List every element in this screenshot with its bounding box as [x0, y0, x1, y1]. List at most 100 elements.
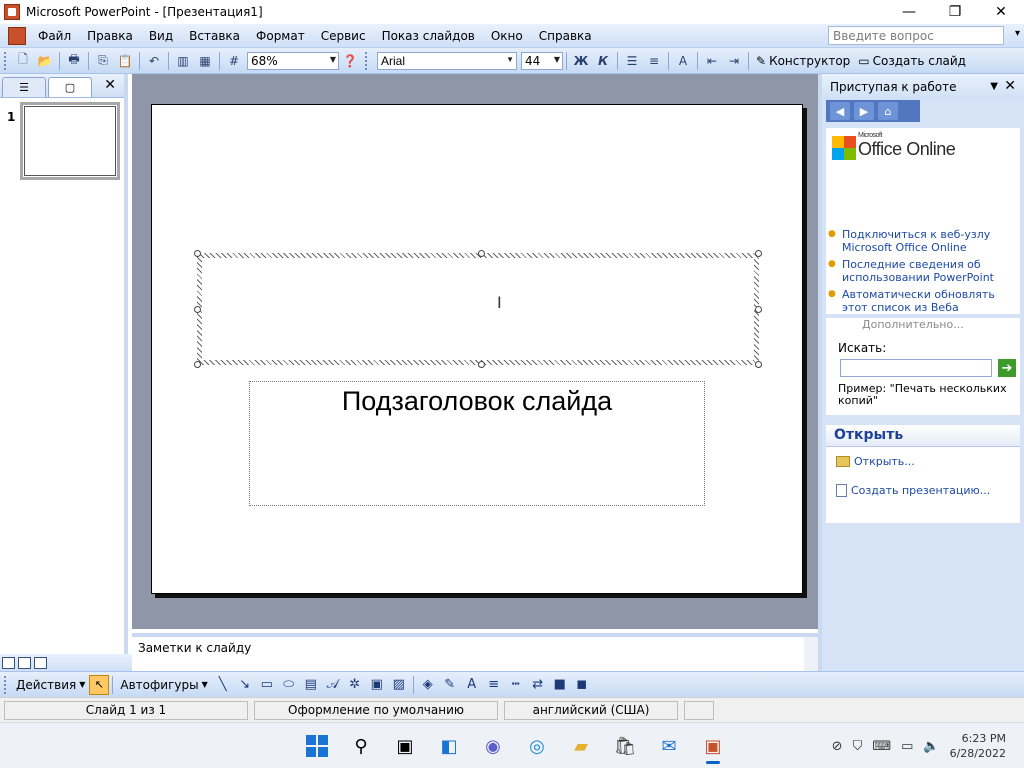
- print-icon[interactable]: 🖶: [63, 51, 85, 71]
- search-input[interactable]: [840, 359, 992, 377]
- create-presentation-link[interactable]: Создать презентацию...: [826, 484, 1020, 497]
- menu-tools[interactable]: Сервис: [313, 29, 374, 43]
- menu-help[interactable]: Справка: [531, 29, 600, 43]
- chat-icon[interactable]: ◉: [476, 731, 510, 761]
- notes-scrollbar[interactable]: [804, 637, 818, 671]
- font-size-select[interactable]: 44 ▼: [521, 51, 563, 70]
- increase-font-icon[interactable]: A: [672, 51, 694, 71]
- toolbar-grip[interactable]: [365, 51, 369, 70]
- toolbar-grip[interactable]: [4, 51, 8, 70]
- increase-indent-icon[interactable]: ⇥: [723, 51, 745, 71]
- menu-format[interactable]: Формат: [248, 29, 313, 43]
- font-color-icon[interactable]: A: [461, 675, 483, 695]
- file-explorer-icon[interactable]: ▰: [564, 731, 598, 761]
- resize-handle[interactable]: [478, 361, 485, 368]
- decrease-indent-icon[interactable]: ⇤: [701, 51, 723, 71]
- link-office-online[interactable]: Подключиться к веб-узлу Microsoft Office…: [828, 228, 1016, 254]
- table-icon[interactable]: ▦: [194, 51, 216, 71]
- line-icon[interactable]: ╲: [212, 675, 234, 695]
- font-select[interactable]: Arial ▼: [377, 51, 517, 70]
- undo-icon[interactable]: ↶: [143, 51, 165, 71]
- select-pointer-button[interactable]: ↖: [89, 674, 110, 695]
- chevron-down-icon[interactable]: ▼: [554, 55, 560, 64]
- store-icon[interactable]: 🛍: [608, 731, 642, 761]
- widgets-icon[interactable]: ◧: [432, 731, 466, 761]
- chevron-down-icon[interactable]: ▼: [506, 55, 514, 64]
- start-button[interactable]: [300, 731, 334, 761]
- rectangle-icon[interactable]: ▭: [256, 675, 278, 695]
- bulleted-list-icon[interactable]: ≡: [643, 51, 665, 71]
- chevron-down-icon[interactable]: ▼: [990, 81, 998, 92]
- resize-handle[interactable]: [194, 361, 201, 368]
- chevron-down-icon[interactable]: ▼: [330, 55, 336, 64]
- fill-color-icon[interactable]: ◈: [417, 675, 439, 695]
- resize-handle[interactable]: [755, 250, 762, 257]
- paste-icon[interactable]: 📋: [114, 51, 136, 71]
- arrow-style-icon[interactable]: ⇄: [527, 675, 549, 695]
- grid-icon[interactable]: #: [223, 51, 245, 71]
- normal-view-icon[interactable]: [2, 656, 15, 669]
- menu-view[interactable]: Вид: [141, 29, 181, 43]
- dash-style-icon[interactable]: ┅: [505, 675, 527, 695]
- document-icon[interactable]: [8, 26, 26, 45]
- search-icon[interactable]: ⚲: [344, 731, 378, 761]
- oval-icon[interactable]: ⬭: [278, 675, 300, 695]
- copy-icon[interactable]: ⎘: [92, 51, 114, 71]
- resize-handle[interactable]: [478, 250, 485, 257]
- title-placeholder-body[interactable]: I: [202, 258, 754, 360]
- help-question-input[interactable]: Введите вопрос: [828, 26, 1004, 45]
- link-powerpoint-news[interactable]: Последние сведения об использовании Powe…: [828, 258, 1016, 284]
- network-off-icon[interactable]: ⊘: [832, 739, 843, 754]
- status-language[interactable]: английский (США): [504, 700, 678, 720]
- edge-icon[interactable]: ◎: [520, 731, 554, 761]
- open-icon[interactable]: 📂: [34, 51, 56, 71]
- new-icon[interactable]: 🗋: [12, 51, 34, 71]
- mail-icon[interactable]: ✉: [652, 731, 686, 761]
- back-icon[interactable]: ◀: [830, 102, 850, 120]
- close-button[interactable]: ✕: [978, 0, 1024, 24]
- chart-icon[interactable]: ▥: [172, 51, 194, 71]
- wordart-icon[interactable]: 𝒜: [322, 675, 344, 695]
- toolbar-grip[interactable]: [4, 675, 8, 694]
- bold-button[interactable]: Ж: [570, 51, 592, 71]
- help-close-icon[interactable]: ▾: [1015, 28, 1020, 39]
- line-style-icon[interactable]: ≡: [483, 675, 505, 695]
- 3d-icon[interactable]: ◼: [571, 675, 593, 695]
- new-slide-button[interactable]: ▭ Создать слайд: [854, 54, 970, 68]
- picture-icon[interactable]: ▨: [388, 675, 410, 695]
- minimize-button[interactable]: —: [886, 0, 932, 24]
- status-design[interactable]: Оформление по умолчанию: [254, 700, 498, 720]
- menu-insert[interactable]: Вставка: [181, 29, 248, 43]
- forward-icon[interactable]: ▶: [854, 102, 874, 120]
- search-go-button[interactable]: ➔: [998, 359, 1016, 377]
- tab-outline[interactable]: ☰: [2, 77, 46, 97]
- numbered-list-icon[interactable]: ☰: [621, 51, 643, 71]
- powerpoint-taskbar-icon[interactable]: ▣: [696, 731, 730, 764]
- close-icon[interactable]: ✕: [104, 77, 116, 93]
- home-icon[interactable]: ⌂: [878, 102, 898, 120]
- clock[interactable]: 6:23 PM 6/28/2022: [950, 731, 1006, 761]
- notes-pane[interactable]: Заметки к слайду: [132, 633, 818, 671]
- maximize-button[interactable]: ❐: [932, 0, 978, 24]
- designer-button[interactable]: ✎ Конструктор: [752, 54, 854, 68]
- display-icon[interactable]: ▭: [901, 739, 913, 754]
- slideshow-view-icon[interactable]: [34, 656, 47, 669]
- italic-button[interactable]: К: [592, 51, 614, 71]
- menu-slideshow[interactable]: Показ слайдов: [374, 29, 483, 43]
- powerpoint-app-icon[interactable]: [4, 4, 20, 20]
- slide-thumbnail[interactable]: [20, 102, 120, 180]
- subtitle-placeholder[interactable]: Подзаголовок слайда: [249, 381, 705, 506]
- keyboard-icon[interactable]: ⌨: [872, 739, 891, 754]
- zoom-select[interactable]: 68% ▼: [247, 51, 339, 70]
- arrow-icon[interactable]: ↘: [234, 675, 256, 695]
- line-color-icon[interactable]: ✎: [439, 675, 461, 695]
- resize-handle[interactable]: [755, 361, 762, 368]
- link-auto-update[interactable]: Автоматически обновлять этот список из В…: [828, 288, 1016, 314]
- tab-slides[interactable]: ▢: [48, 77, 92, 97]
- volume-icon[interactable]: 🔈: [923, 739, 939, 754]
- resize-handle[interactable]: [194, 250, 201, 257]
- actions-menu[interactable]: Действия ▼: [12, 678, 89, 692]
- diagram-icon[interactable]: ✲: [344, 675, 366, 695]
- close-icon[interactable]: ✕: [1004, 78, 1016, 94]
- resize-handle[interactable]: [194, 306, 201, 313]
